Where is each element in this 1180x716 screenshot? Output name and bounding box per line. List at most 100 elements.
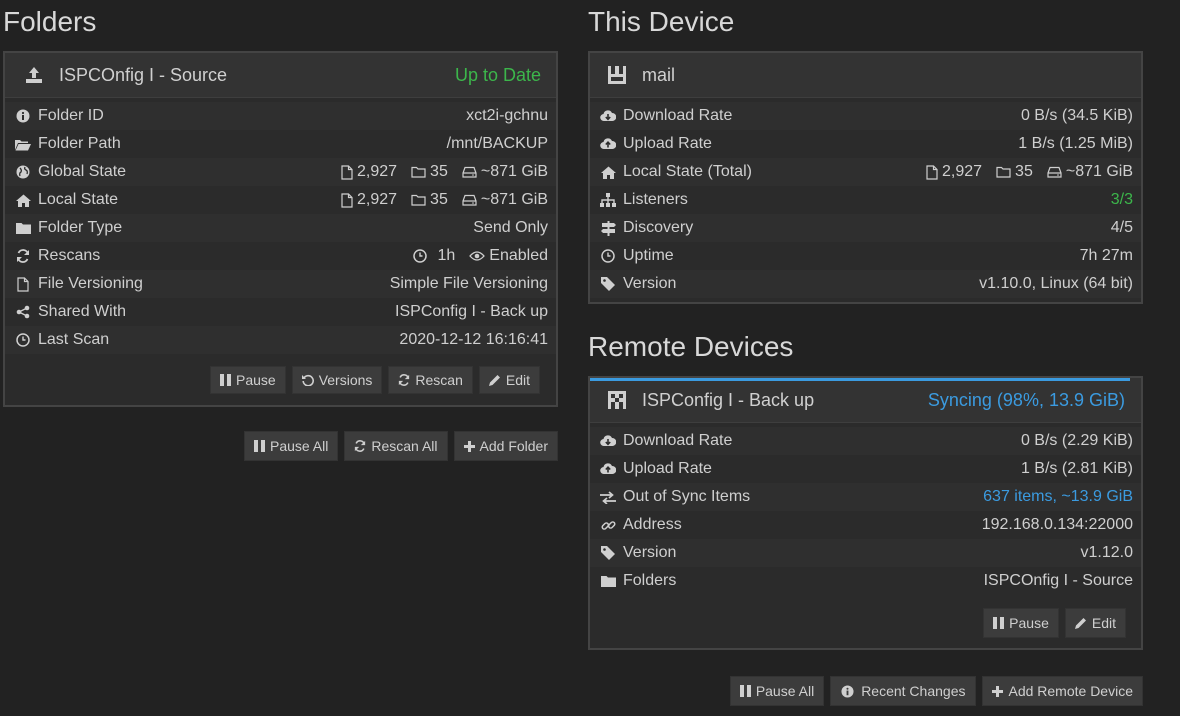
folder-name: ISPCOnfig I - Source	[59, 64, 228, 85]
upload-icon	[23, 66, 45, 84]
dir-count: 35	[411, 163, 448, 181]
globe-icon	[15, 164, 31, 180]
pencil-icon	[488, 375, 500, 386]
folder-open-icon	[15, 136, 31, 152]
refresh-icon	[15, 248, 31, 264]
row-download-rate: Download Rate 0 B/s (34.5 KiB)	[590, 102, 1141, 130]
row-discovery: Discovery 4/5	[590, 214, 1141, 242]
folder-versions-button[interactable]: Versions	[291, 366, 383, 394]
add-folder-button[interactable]: Add Folder	[453, 431, 558, 461]
row-out-of-sync: Out of Sync Items 637 items, ~13.9 GiB	[590, 483, 1141, 511]
folder-rescan-button[interactable]: Rescan	[388, 366, 473, 394]
file-icon	[926, 164, 938, 180]
pause-icon	[253, 440, 265, 452]
tag-icon	[600, 545, 616, 561]
row-remote-download-rate: Download Rate 0 B/s (2.29 KiB)	[590, 427, 1141, 455]
file-icon	[15, 276, 31, 292]
folders-column: Folders ISPCOnfig I - Source Up to Date …	[3, 0, 558, 461]
this-device-name: mail	[642, 64, 676, 85]
remote-device-header[interactable]: ISPConfig I - Back up Syncing (98%, 13.9…	[590, 378, 1141, 423]
dir-count: 35	[411, 191, 448, 209]
identicon	[606, 66, 628, 84]
clock-icon	[600, 248, 616, 264]
eye-icon	[469, 251, 486, 261]
row-folder-type: Folder Type Send Only	[5, 214, 556, 242]
link-icon	[600, 517, 616, 533]
row-last-scan: Last Scan 2020-12-12 16:16:41	[5, 326, 556, 354]
clock-icon	[15, 332, 31, 348]
pause-all-folders-button[interactable]: Pause All	[243, 431, 339, 461]
add-remote-device-button[interactable]: Add Remote Device	[982, 676, 1143, 706]
row-shared-with: Shared With ISPConfig I - Back up	[5, 298, 556, 326]
share-icon	[15, 304, 31, 320]
folder-icon	[411, 194, 426, 206]
dir-count: 35	[996, 163, 1033, 181]
row-version: Version v1.10.0, Linux (64 bit)	[590, 270, 1141, 298]
file-icon	[341, 164, 353, 180]
folder-edit-button[interactable]: Edit	[478, 366, 540, 394]
cloud-upload-icon	[600, 461, 616, 477]
folder-icon	[411, 166, 426, 178]
row-remote-version: Version v1.12.0	[590, 539, 1141, 567]
remote-device-name: ISPConfig I - Back up	[642, 389, 815, 410]
row-file-versioning: File Versioning Simple File Versioning	[5, 270, 556, 298]
row-remote-upload-rate: Upload Rate 1 B/s (2.81 KiB)	[590, 455, 1141, 483]
row-address: Address 192.168.0.134:22000	[590, 511, 1141, 539]
rescan-all-button[interactable]: Rescan All	[344, 431, 448, 461]
folder-icon	[996, 166, 1011, 178]
plus-icon	[463, 440, 475, 452]
file-count: 2,927	[341, 163, 397, 181]
remote-device-panel: ISPConfig I - Back up Syncing (98%, 13.9…	[588, 376, 1143, 650]
info-icon	[841, 684, 854, 698]
folders-heading: Folders	[3, 6, 97, 37]
info-icon	[15, 108, 31, 124]
folder-panel: ISPCOnfig I - Source Up to Date Folder I…	[3, 51, 558, 407]
pause-icon	[993, 617, 1005, 629]
size: ~871 GiB	[462, 163, 548, 181]
clock-icon	[413, 249, 428, 263]
hdd-icon	[462, 166, 477, 178]
remote-device-status: Syncing (98%, 13.9 GiB)	[927, 389, 1125, 410]
row-folder-id: Folder ID xct2i-gchnu	[5, 102, 556, 130]
cloud-download-icon	[600, 433, 616, 449]
folder-status: Up to Date	[454, 64, 541, 85]
pause-all-devices-button[interactable]: Pause All	[729, 676, 825, 706]
plus-icon	[992, 685, 1004, 697]
hdd-icon	[1047, 166, 1062, 178]
this-device-header[interactable]: mail	[590, 53, 1141, 98]
out-of-sync-link[interactable]: 637 items, ~13.9 GiB	[983, 488, 1133, 506]
row-rescans: Rescans 1h Enabled	[5, 242, 556, 270]
folder-icon	[15, 220, 31, 236]
remote-device-pause-button[interactable]: Pause	[983, 608, 1059, 638]
row-local-state-total: Local State (Total) 2,927 35 ~871 GiB	[590, 158, 1141, 186]
row-local-state: Local State 2,927 35 ~871 GiB	[5, 186, 556, 214]
tag-icon	[600, 276, 616, 292]
sync-progress-bar	[590, 378, 1130, 381]
hdd-icon	[462, 194, 477, 206]
cloud-download-icon	[600, 108, 616, 124]
remote-devices-heading: Remote Devices	[588, 331, 794, 362]
refresh-icon	[355, 440, 366, 452]
size: ~871 GiB	[1047, 163, 1133, 181]
home-icon	[600, 164, 616, 180]
folder-icon	[600, 573, 616, 589]
history-icon	[301, 374, 314, 386]
pause-icon	[220, 374, 231, 386]
identicon	[606, 391, 628, 409]
refresh-icon	[399, 374, 410, 386]
remote-device-edit-button[interactable]: Edit	[1064, 608, 1126, 638]
row-upload-rate: Upload Rate 1 B/s (1.25 MiB)	[590, 130, 1141, 158]
row-folder-path: Folder Path /mnt/BACKUP	[5, 130, 556, 158]
folder-pause-button[interactable]: Pause	[210, 366, 286, 394]
file-count: 2,927	[926, 163, 982, 181]
folder-panel-header[interactable]: ISPCOnfig I - Source Up to Date	[5, 53, 556, 98]
row-listeners: Listeners 3/3	[590, 186, 1141, 214]
row-remote-folders: Folders ISPCOnfig I - Source	[590, 567, 1141, 595]
row-global-state: Global State 2,927 35 ~871 GiB	[5, 158, 556, 186]
signpost-icon	[600, 220, 616, 236]
recent-changes-button[interactable]: Recent Changes	[830, 676, 977, 706]
devices-column: This Device mail Download Rate 0 B/s (34…	[588, 0, 1143, 706]
pause-icon	[739, 685, 751, 697]
file-count: 2,927	[341, 191, 397, 209]
pencil-icon	[1074, 618, 1086, 629]
